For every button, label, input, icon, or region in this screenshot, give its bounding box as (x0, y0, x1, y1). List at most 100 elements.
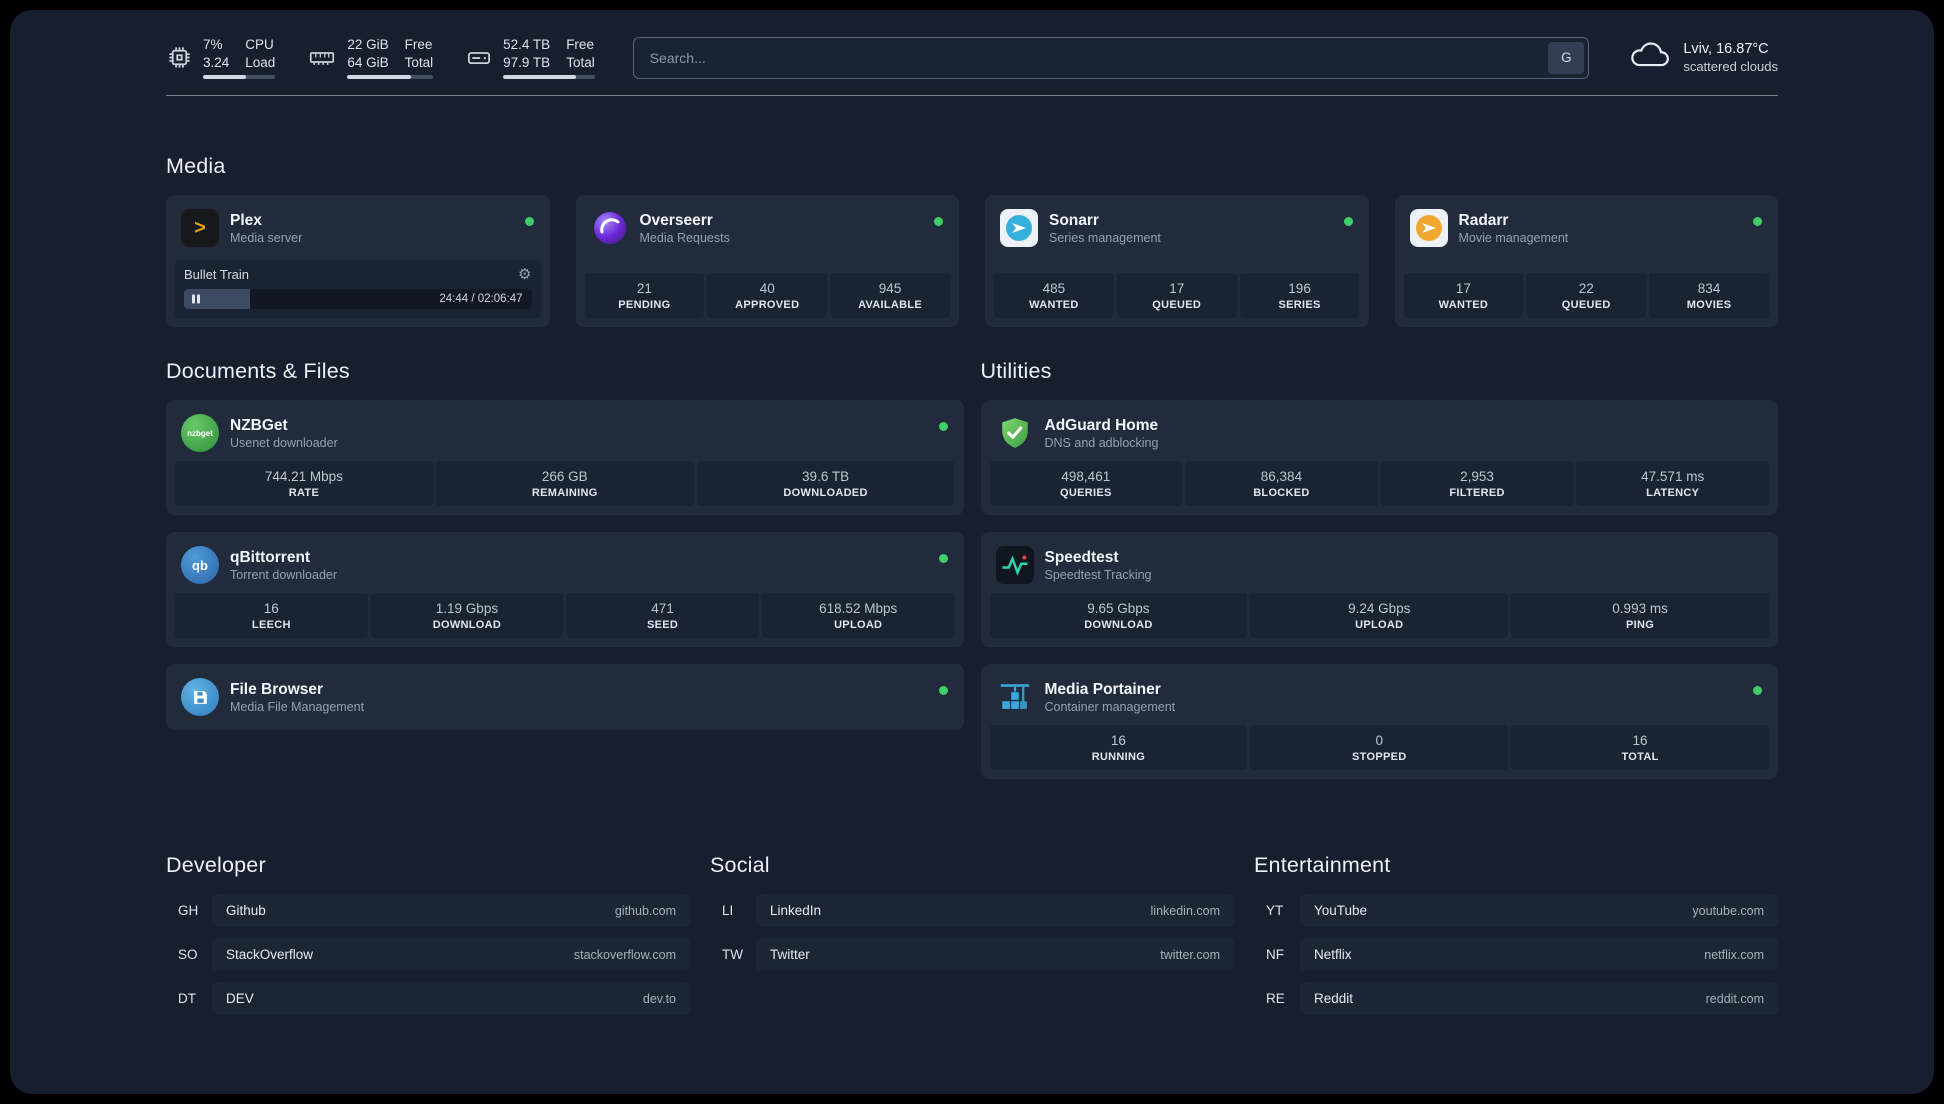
stat-value: 834 (1697, 281, 1721, 297)
stat-ping: 0.993 ms PING (1511, 593, 1769, 639)
service-card-sonarr[interactable]: Sonarr Series management 485 WANTED 17 Q… (985, 195, 1369, 328)
gear-icon[interactable]: ⚙ (518, 267, 531, 282)
stat-latency: 47.571 ms LATENCY (1576, 461, 1769, 507)
topbar: 7% 3.24 CPU Load 22 GiB 64 GiB Free Tota… (166, 36, 1778, 80)
playback-progress-bar[interactable]: 24:44 / 02:06:47 (184, 289, 532, 310)
radarr-icon (1409, 209, 1448, 248)
stat-label: APPROVED (735, 299, 800, 312)
stat-movies: 834 MOVIES (1649, 273, 1769, 319)
bookmark-github[interactable]: GH Github github.com (166, 894, 690, 928)
stat-label: QUEUED (1152, 299, 1202, 312)
stat-value: 21 (636, 281, 652, 297)
memory-total-value: 64 GiB (347, 54, 389, 70)
stat-value: 9.24 Gbps (1348, 601, 1411, 617)
stat-value: 2,953 (1460, 469, 1494, 485)
stat-approved: 40 APPROVED (707, 273, 828, 319)
bookmark-name: LinkedIn (770, 903, 822, 919)
service-description: Media Requests (639, 231, 730, 246)
resource-widgets: 7% 3.24 CPU Load 22 GiB 64 GiB Free Tota… (166, 36, 595, 80)
cpu-load-value: 3.24 (203, 54, 230, 70)
service-name: Media Portainer (1044, 680, 1161, 698)
bookmark-youtube[interactable]: YT YouTube youtube.com (1254, 894, 1778, 928)
bookmark-linkedin[interactable]: LI LinkedIn linkedin.com (710, 894, 1234, 928)
stat-label: AVAILABLE (858, 299, 923, 312)
service-card-portainer[interactable]: Media Portainer Container management 16 … (980, 664, 1778, 780)
bookmark-url: twitter.com (1160, 947, 1220, 962)
memory-free-value: 22 GiB (347, 37, 389, 52)
bookmark-abbr: SO (178, 947, 198, 963)
bookmark-name: DEV (226, 991, 254, 1007)
disk-total-label: Total (566, 54, 595, 70)
section-title-documents: Documents & Files (166, 359, 350, 384)
search-input[interactable] (632, 36, 1590, 79)
bookmark-dev[interactable]: DT DEV dev.to (166, 982, 690, 1016)
stat-label: WANTED (1029, 299, 1079, 312)
service-card-plex[interactable]: > Plex Media server Bullet Train ⚙ 24:44… (166, 195, 550, 328)
status-dot (1753, 217, 1762, 227)
stat-label: MOVIES (1686, 299, 1732, 312)
bookmark-name: Netflix (1314, 947, 1352, 963)
now-playing-widget: Bullet Train ⚙ 24:44 / 02:06:47 (175, 260, 541, 319)
bookmark-netflix[interactable]: NF Netflix netflix.com (1254, 938, 1778, 972)
bookmark-reddit[interactable]: RE Reddit reddit.com (1254, 982, 1778, 1016)
cpu-widget: 7% 3.24 CPU Load (166, 36, 276, 80)
stat-label: TOTAL (1621, 751, 1659, 764)
filebrowser-icon (181, 678, 219, 717)
stat-value: 1.19 Gbps (435, 601, 499, 617)
service-card-overseerr[interactable]: Overseerr Media Requests 21 PENDING 40 A… (575, 195, 959, 328)
stat-queries: 498,461 QUERIES (989, 461, 1183, 507)
service-card-filebrowser[interactable]: File Browser Media File Management (166, 664, 964, 731)
service-description: Movie management (1458, 231, 1569, 246)
status-dot (524, 217, 534, 227)
stat-label: DOWNLOAD (432, 619, 502, 632)
stat-label: PING (1626, 619, 1655, 632)
service-card-adguard[interactable]: AdGuard Home DNS and adblocking 498,461 … (980, 400, 1778, 516)
disk-icon (465, 44, 493, 71)
status-dot (938, 686, 948, 696)
stat-filtered: 2,953 FILTERED (1380, 461, 1574, 507)
service-card-speedtest[interactable]: Speedtest Speedtest Tracking 9.65 Gbps D… (980, 532, 1778, 648)
bookmark-twitter[interactable]: TW Twitter twitter.com (710, 938, 1234, 972)
now-playing-title: Bullet Train (184, 267, 250, 283)
stat-running: 16 RUNNING (989, 725, 1248, 771)
disk-free-value: 52.4 TB (503, 37, 551, 52)
bookmark-stackoverflow[interactable]: SO StackOverflow stackoverflow.com (166, 938, 690, 972)
bookmark-abbr: TW (722, 947, 743, 963)
stat-value: 17 (1169, 281, 1185, 297)
topbar-divider (166, 95, 1778, 97)
stat-value: 744.21 Mbps (264, 469, 343, 485)
stat-value: 471 (651, 601, 674, 617)
stat-label: PENDING (618, 299, 671, 312)
stat-series: 196 SERIES (1239, 273, 1360, 319)
bookmark-url: stackoverflow.com (573, 947, 676, 962)
bookmark-abbr: NF (1266, 947, 1284, 963)
bookmark-url: linkedin.com (1150, 903, 1220, 918)
stat-label: FILTERED (1449, 487, 1505, 500)
portainer-icon (996, 678, 1034, 716)
weather-widget: Lviv, 16.87°C scattered clouds (1627, 40, 1778, 75)
stat-label: SERIES (1278, 299, 1321, 312)
stat-value: 945 (878, 281, 902, 297)
qbittorrent-icon: qb (181, 546, 219, 585)
search-provider-button[interactable]: G (1548, 41, 1585, 74)
service-name: Sonarr (1049, 211, 1099, 229)
stat-value: 17 (1455, 281, 1471, 297)
service-name: Radarr (1458, 211, 1509, 229)
service-card-qbittorrent[interactable]: qb qBittorrent Torrent downloader 16 LEE… (166, 532, 964, 648)
stat-download: 9.65 Gbps DOWNLOAD (989, 593, 1248, 639)
stat-total: 16 TOTAL (1511, 725, 1769, 771)
bookmark-abbr: YT (1266, 903, 1284, 919)
stat-value: 266 GB (541, 469, 588, 485)
service-card-nzbget[interactable]: nzbget NZBGet Usenet downloader 744.21 M… (166, 400, 964, 516)
stat-value: 16 (263, 601, 279, 617)
status-dot (1343, 217, 1353, 227)
stat-value: 40 (759, 281, 775, 297)
stat-label: UPLOAD (834, 619, 883, 632)
memory-progress-fill (347, 75, 411, 80)
stat-value: 16 (1110, 733, 1126, 749)
service-card-radarr[interactable]: Radarr Movie management 17 WANTED 22 QUE… (1394, 195, 1778, 328)
speedtest-icon (995, 546, 1034, 585)
service-description: Torrent downloader (230, 568, 338, 583)
service-description: Media File Management (230, 700, 365, 715)
pause-icon[interactable] (192, 294, 200, 304)
